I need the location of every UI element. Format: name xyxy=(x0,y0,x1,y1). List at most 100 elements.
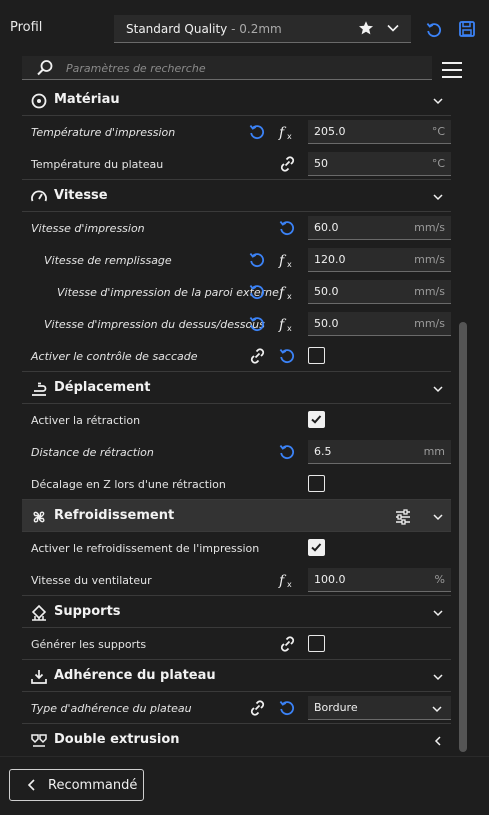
scrollbar[interactable] xyxy=(459,322,467,752)
search-input[interactable] xyxy=(66,58,426,78)
link-icon[interactable] xyxy=(277,155,297,173)
function-icon[interactable]: fx xyxy=(278,123,296,141)
setting-label: Vitesse d'impression de la paroi externe xyxy=(57,286,279,299)
type-adherence-select[interactable]: Bordure xyxy=(308,696,451,720)
chevron-down-icon[interactable] xyxy=(386,21,400,35)
field-unit: mm/s xyxy=(414,253,445,266)
distance-retraction-field[interactable]: 6.5 mm xyxy=(308,440,451,464)
setting-controle-saccade: Activer le contrôle de saccade xyxy=(22,340,451,372)
reset-icon[interactable] xyxy=(248,251,266,269)
activer-refroidissement-checkbox[interactable] xyxy=(308,539,325,556)
section-vitesse[interactable]: Vitesse xyxy=(22,180,451,212)
section-title: Matériau xyxy=(54,92,120,107)
svg-text:x: x xyxy=(287,292,292,301)
section-refroidissement[interactable]: Refroidissement xyxy=(22,500,451,532)
vitesse-dessus-dessous-field[interactable]: 50.0 mm/s xyxy=(308,312,451,336)
svg-text:f: f xyxy=(278,573,287,589)
chevron-down-icon[interactable] xyxy=(432,671,444,683)
field-unit: °C xyxy=(431,157,445,170)
section-double-extrusion[interactable]: Double extrusion xyxy=(22,724,451,754)
profile-select[interactable]: Standard Quality - 0.2mm xyxy=(114,15,411,43)
reset-icon[interactable] xyxy=(278,347,296,365)
reset-icon[interactable] xyxy=(248,283,266,301)
link-icon[interactable] xyxy=(247,699,267,717)
svg-text:x: x xyxy=(287,580,292,589)
section-title: Supports xyxy=(54,604,121,619)
temperature-impression-field[interactable]: 205.0 °C xyxy=(308,120,451,144)
generer-supports-checkbox[interactable] xyxy=(308,635,325,652)
material-icon xyxy=(31,93,47,109)
setting-label: Vitesse d'impression xyxy=(31,222,145,235)
dual-extrusion-icon xyxy=(31,734,47,747)
chevron-left-icon[interactable] xyxy=(432,735,444,747)
vitesse-ventilateur-field[interactable]: 100.0 % xyxy=(308,568,451,592)
chevron-down-icon[interactable] xyxy=(432,511,444,523)
controle-saccade-checkbox[interactable] xyxy=(308,347,325,364)
chevron-down-icon[interactable] xyxy=(432,607,444,619)
function-icon[interactable]: fx xyxy=(278,315,296,333)
setting-decalage-z: Décalage en Z lors d'une rétraction xyxy=(22,468,451,500)
vitesse-paroi-externe-field[interactable]: 50.0 mm/s xyxy=(308,280,451,304)
setting-label: Vitesse du ventilateur xyxy=(31,574,152,587)
vitesse-remplissage-field[interactable]: 120.0 mm/s xyxy=(308,248,451,272)
reset-icon[interactable] xyxy=(278,219,296,237)
section-deplacement[interactable]: Déplacement xyxy=(22,372,451,404)
link-icon[interactable] xyxy=(277,635,297,653)
recommended-button[interactable]: Recommandé xyxy=(9,769,144,801)
section-materiau[interactable]: Matériau xyxy=(22,92,451,116)
section-adherence[interactable]: Adhérence du plateau xyxy=(22,660,451,692)
svg-text:f: f xyxy=(278,125,287,141)
field-value: 100.0 xyxy=(314,573,346,586)
setting-temperature-plateau: Température du plateau 50 °C xyxy=(22,148,451,180)
svg-text:x: x xyxy=(287,260,292,269)
profile-separator: - xyxy=(227,21,240,36)
link-icon[interactable] xyxy=(247,347,267,365)
svg-text:f: f xyxy=(278,317,287,333)
vitesse-impression-field[interactable]: 60.0 mm/s xyxy=(308,216,451,240)
reset-icon[interactable] xyxy=(278,443,296,461)
field-unit: mm xyxy=(423,445,445,458)
reset-icon[interactable] xyxy=(425,21,443,39)
function-icon[interactable]: fx xyxy=(278,571,296,589)
temperature-plateau-field[interactable]: 50 °C xyxy=(308,152,451,176)
fan-icon xyxy=(33,511,45,523)
function-icon[interactable]: fx xyxy=(278,251,296,269)
setting-vitesse-remplissage: Vitesse de remplissage fx 120.0 mm/s xyxy=(22,244,451,276)
adhesion-icon xyxy=(31,670,47,684)
reset-icon[interactable] xyxy=(248,123,266,141)
field-value: 50.0 xyxy=(314,317,339,330)
setting-label: Activer le contrôle de saccade xyxy=(31,350,198,363)
setting-vitesse-impression: Vitesse d'impression 60.0 mm/s xyxy=(22,212,451,244)
reset-icon[interactable] xyxy=(248,315,266,333)
settings-sliders-icon[interactable] xyxy=(394,508,412,526)
save-icon[interactable] xyxy=(458,20,476,38)
field-unit: % xyxy=(434,573,445,586)
setting-distance-retraction: Distance de rétraction 6.5 mm xyxy=(22,436,451,468)
setting-label: Décalage en Z lors d'une rétraction xyxy=(31,478,226,491)
svg-text:x: x xyxy=(287,324,292,333)
decalage-z-checkbox[interactable] xyxy=(308,475,325,492)
setting-label: Activer le refroidissement de l'impressi… xyxy=(31,542,260,555)
function-icon[interactable]: fx xyxy=(278,283,296,301)
profile-layer-height: 0.2mm xyxy=(239,21,282,36)
search-bar xyxy=(22,56,432,80)
svg-text:f: f xyxy=(278,253,287,269)
setting-label: Type d'adhérence du plateau xyxy=(31,702,192,715)
menu-icon[interactable] xyxy=(440,58,464,82)
activer-retraction-checkbox[interactable] xyxy=(308,411,325,428)
recommended-label: Recommandé xyxy=(48,778,138,793)
section-title: Refroidissement xyxy=(54,508,175,523)
chevron-down-icon[interactable] xyxy=(432,383,444,395)
field-value: 120.0 xyxy=(314,253,346,266)
chevron-down-icon[interactable] xyxy=(432,95,444,107)
section-supports[interactable]: Supports xyxy=(22,596,451,628)
star-icon[interactable] xyxy=(358,20,374,36)
setting-vitesse-paroi-externe: Vitesse d'impression de la paroi externe… xyxy=(22,276,451,308)
reset-icon[interactable] xyxy=(278,699,296,717)
setting-label: Générer les supports xyxy=(31,638,147,651)
settings-list[interactable]: Matériau Température d'impression fx 205… xyxy=(22,92,451,754)
setting-label: Vitesse de remplissage xyxy=(44,254,172,267)
checkmark-icon xyxy=(311,543,322,552)
section-title: Double extrusion xyxy=(54,732,180,747)
chevron-down-icon[interactable] xyxy=(432,191,444,203)
